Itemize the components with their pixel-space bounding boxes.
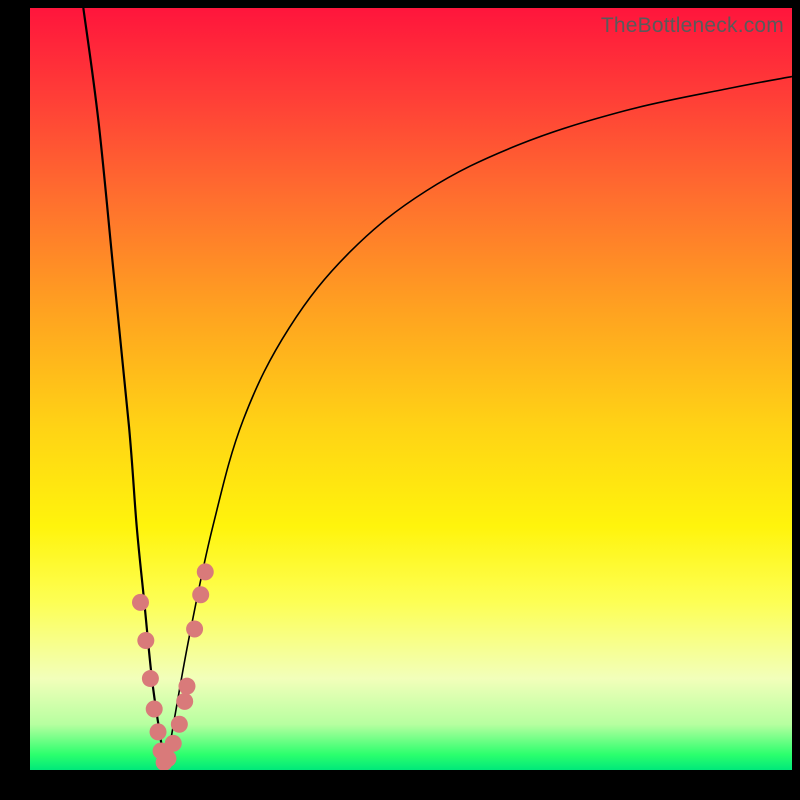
right-branch-curve xyxy=(166,77,792,770)
marker-dot xyxy=(159,750,176,767)
curve-layer xyxy=(30,8,792,770)
left-branch-curve xyxy=(83,8,165,770)
marker-dot xyxy=(132,594,149,611)
chart-frame: TheBottleneck.com xyxy=(0,0,800,800)
marker-dot xyxy=(192,586,209,603)
plot-area: TheBottleneck.com xyxy=(30,8,792,770)
marker-dot xyxy=(165,735,182,752)
marker-dot xyxy=(171,716,188,733)
marker-dot xyxy=(186,621,203,638)
marker-dot xyxy=(176,693,193,710)
marker-dot xyxy=(197,563,214,580)
marker-dot xyxy=(146,701,163,718)
marker-dot xyxy=(178,678,195,695)
marker-dot xyxy=(137,632,154,649)
marker-dot xyxy=(150,723,167,740)
marker-dot xyxy=(142,670,159,687)
